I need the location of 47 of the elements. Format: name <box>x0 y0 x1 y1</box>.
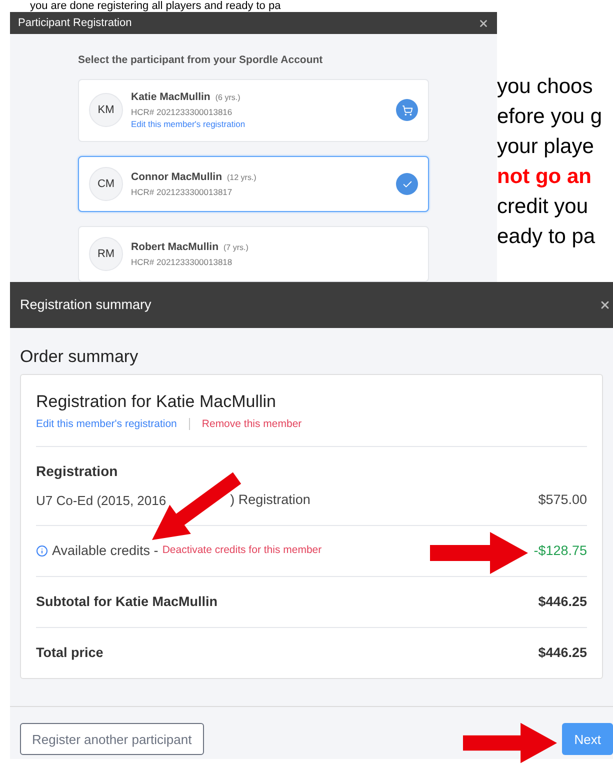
credits-label: Available credits - <box>52 542 158 560</box>
document-text: not go an <box>497 164 592 190</box>
avatar-initials: RM <box>89 237 123 271</box>
participant-card[interactable]: RM Robert MacMullin (7 yrs.) HCR# 2021233300013818 <box>78 226 429 282</box>
document-text: credit you <box>497 194 590 220</box>
credit-amount: -$128.75 <box>534 542 587 560</box>
participant-name: Katie MacMullin <box>131 90 210 105</box>
avatar-initials: KM <box>89 93 123 128</box>
close-icon[interactable] <box>599 299 611 311</box>
participant-age: (6 yrs.) <box>215 92 240 104</box>
register-another-button[interactable]: Register another participant <box>20 723 204 756</box>
dialog-title: Participant Registration <box>18 16 132 31</box>
participant-age: (12 yrs.) <box>227 172 256 184</box>
dialog-title: Registration summary <box>20 296 152 314</box>
item-price: $575.00 <box>538 491 587 510</box>
participant-name: Robert MacMullin <box>131 240 219 255</box>
participant-hcr: HCR# 2021233300013817 <box>131 186 234 198</box>
next-button[interactable]: Next <box>562 723 613 756</box>
deactivate-credits-link[interactable]: Deactivate credits for this member <box>162 542 322 558</box>
section-heading: Registration <box>36 462 119 482</box>
document-text: you are done registering all players and ready to pa <box>29 0 282 12</box>
participant-card[interactable]: KM Katie MacMullin (6 yrs.) HCR# 2021233300013816 Edit this member's registration <box>78 78 429 142</box>
total-label: Subtotal for Katie MacMullin <box>36 592 218 611</box>
participant-hcr: HCR# 2021233300013818 <box>131 256 234 268</box>
info-icon <box>36 544 48 557</box>
participant-name: Connor MacMullin <box>131 170 222 185</box>
order-summary-heading: Order summary <box>20 346 140 368</box>
total-label: Total price <box>36 644 104 662</box>
document-text: efore you g <box>497 104 602 130</box>
item-name: ) Registration <box>230 491 310 510</box>
remove-member-link[interactable]: Remove this member <box>202 416 302 432</box>
participant-age: (7 yrs.) <box>224 242 248 254</box>
participant-hcr: HCR# 2021233300013816 <box>131 106 234 118</box>
participant-card[interactable]: CM Connor MacMullin (12 yrs.) HCR# 2021233300013817 <box>78 156 429 212</box>
document-text: eady to pa <box>497 224 596 250</box>
total-amount: $446.25 <box>538 644 587 662</box>
item-name: U7 Co-Ed (2015, 2016 <box>36 492 166 510</box>
edit-registration-link[interactable]: Edit this member's registration <box>36 416 177 432</box>
document-text: you choos <box>497 74 594 100</box>
edit-registration-link[interactable]: Edit this member's registration <box>131 118 388 131</box>
avatar-initials: CM <box>89 167 123 201</box>
total-amount: $446.25 <box>538 592 587 611</box>
check-icon <box>396 173 418 195</box>
document-text: your playe <box>497 134 595 160</box>
registration-title: Registration for Katie MacMullin <box>36 391 277 413</box>
prompt-text: Select the participant from your Spordle Account <box>78 53 324 68</box>
close-icon[interactable] <box>478 18 489 28</box>
